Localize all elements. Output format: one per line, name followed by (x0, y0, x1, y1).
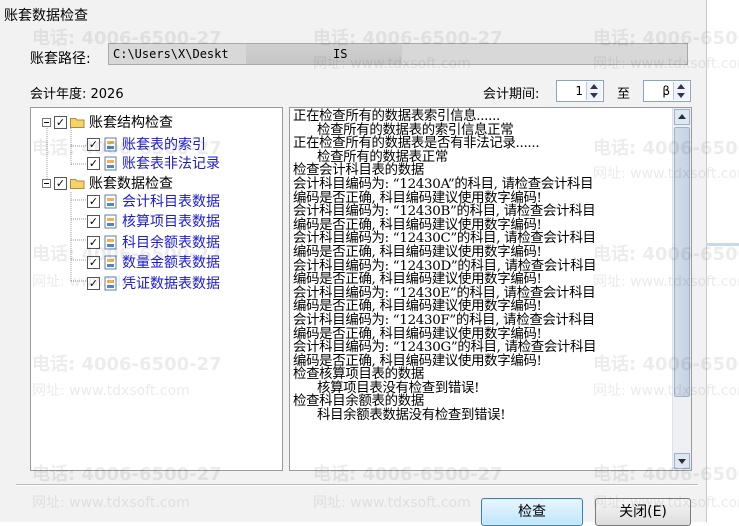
database-table-icon (103, 214, 117, 229)
checkbox-checked-icon[interactable]: ✓ (87, 255, 100, 269)
tree-item-label: 凭证数据表数据 (122, 276, 220, 292)
tree-item-table-index[interactable]: ✓ 账套表的索引 (87, 135, 206, 153)
database-table-icon (103, 235, 117, 250)
tree-item-label: 科目余额表数据 (122, 235, 220, 251)
period-label: 会计期间: (483, 87, 540, 102)
checkbox-checked-icon[interactable]: ✓ (87, 235, 100, 249)
check-items-tree[interactable]: ✓ 账套结构检查 ✓ 账套表的索引 ✓ 账套表非法记录 ✓ 账套数据检查 ✓ 会… (30, 107, 283, 471)
background-window-edge (706, 243, 739, 246)
database-table-icon (103, 276, 117, 291)
tree-item-account-data[interactable]: ✓ 会计科目表数据 (87, 192, 220, 210)
log-line: 正在检查所有的数据表是否有非法记录...... (293, 136, 540, 152)
check-dialog: 账套数据检查 账套路径: C:\Users\X\Deskt IS 会计年度: 2… (0, 0, 707, 526)
checkbox-checked-icon[interactable]: ✓ (87, 276, 100, 290)
tree-group-structure[interactable]: ✓ 账套结构检查 (42, 113, 173, 131)
path-field[interactable]: C:\Users\X\Deskt IS (108, 43, 688, 65)
log-line: 会计科目编码为: “12430G”的科目, 请检查会计科目 (293, 340, 597, 356)
chevron-up-icon (678, 114, 686, 119)
fiscal-year-label: 会计年度: 2026 (30, 87, 124, 102)
period-from-spinner[interactable]: 1 (556, 80, 604, 102)
path-value-start: C:\Users\X\Deskt (113, 47, 229, 61)
checkbox-checked-icon[interactable]: ✓ (87, 194, 100, 208)
checkbox-checked-icon[interactable]: ✓ (54, 176, 67, 190)
spin-buttons[interactable] (586, 82, 602, 100)
period-to-label: 至 (617, 87, 631, 102)
folder-open-icon (70, 117, 85, 128)
checkbox-checked-icon[interactable]: ✓ (87, 156, 100, 170)
tree-item-label: 数量金额表数据 (122, 255, 220, 271)
tree-group-data[interactable]: ✓ 账套数据检查 (42, 174, 173, 192)
period-from-value: 1 (575, 84, 583, 98)
bottom-separator (16, 484, 698, 486)
period-to-value: β (662, 84, 670, 98)
tree-group-label: 账套数据检查 (89, 176, 173, 192)
folder-icon (70, 178, 85, 189)
chevron-down-icon (678, 459, 686, 464)
log-line: 编码是否正确, 科目编码建议使用数字编码! (293, 272, 542, 288)
tree-item-balance-data[interactable]: ✓ 科目余额表数据 (87, 233, 220, 251)
checkbox-checked-icon[interactable]: ✓ (54, 115, 67, 129)
database-table-icon (103, 255, 117, 270)
checkbox-checked-icon[interactable]: ✓ (87, 137, 100, 151)
path-redaction (246, 44, 402, 64)
log-line: 会计科目编码为: “12430F”的科目, 请检查会计科目 (293, 312, 595, 328)
tree-item-illegal-records[interactable]: ✓ 账套表非法记录 (87, 154, 220, 172)
tree-item-quantity-data[interactable]: ✓ 数量金额表数据 (87, 253, 220, 271)
path-value-end: IS (333, 47, 348, 61)
spin-up-icon[interactable] (677, 84, 685, 89)
check-log-textarea[interactable]: 正在检查所有的数据表索引信息...... 检查所有的数据表的索引信息正常 正在检查所… (289, 107, 692, 471)
log-line: 检查会计科目表的数据 (293, 163, 424, 179)
log-line: 会计科目编码为: “12430B”的科目, 请检查会计科目 (293, 204, 596, 220)
scroll-down-button[interactable] (674, 453, 690, 469)
spin-down-icon[interactable] (677, 93, 685, 98)
collapse-icon[interactable] (42, 178, 51, 188)
log-lines: 正在检查所有的数据表索引信息...... 检查所有的数据表的索引信息正常 正在检查所… (293, 110, 671, 423)
tree-item-label: 会计科目表数据 (122, 194, 220, 210)
path-label: 账套路径: (30, 51, 91, 67)
tree-item-voucher-data[interactable]: ✓ 凭证数据表数据 (87, 274, 220, 292)
spin-buttons[interactable] (673, 82, 689, 100)
database-table-icon (103, 156, 117, 171)
tree-group-label: 账套结构检查 (89, 115, 173, 131)
log-line: 编码是否正确, 科目编码建议使用数字编码! (293, 299, 542, 315)
tree-item-label: 账套表非法记录 (122, 156, 220, 172)
log-line: 编码是否正确, 科目编码建议使用数字编码! (293, 244, 542, 260)
log-scrollbar[interactable] (672, 108, 691, 470)
log-line: 检查核算项目表的数据 (293, 367, 424, 383)
log-line: 科目余额表数据没有检查到错误! (317, 408, 506, 424)
spin-up-icon[interactable] (590, 84, 598, 89)
log-line: 正在检查所有的数据表索引信息...... (293, 109, 501, 124)
scroll-thumb[interactable] (674, 127, 690, 397)
database-table-icon (103, 137, 117, 152)
scroll-up-button[interactable] (674, 109, 690, 125)
log-line: 会计科目编码为: “12430A”的科目, 请检查会计科目 (293, 176, 594, 192)
checkbox-checked-icon[interactable]: ✓ (87, 214, 100, 228)
window-title: 账套数据检查 (4, 8, 88, 24)
log-line: 会计科目编码为: “12430C”的科目, 请检查会计科目 (293, 231, 596, 247)
tree-item-label: 账套表的索引 (122, 137, 206, 153)
tree-item-project-data[interactable]: ✓ 核算项目表数据 (87, 212, 220, 230)
collapse-icon[interactable] (42, 117, 51, 127)
tree-item-label: 核算项目表数据 (122, 214, 220, 230)
spin-down-icon[interactable] (590, 93, 598, 98)
period-to-spinner[interactable]: β (643, 80, 691, 102)
database-table-icon (103, 194, 117, 209)
